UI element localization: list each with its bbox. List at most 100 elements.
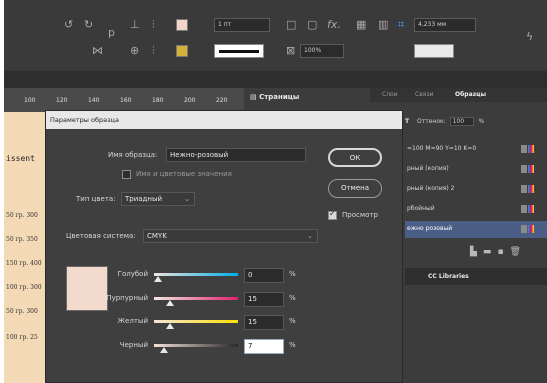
- swatch-item-label: рный (копия) 2: [407, 185, 455, 192]
- chevron-down-icon: ⌄: [184, 195, 190, 203]
- doc-line: 50 гр. 300: [6, 308, 38, 315]
- doc-line: 100 гр. 25: [6, 334, 38, 341]
- rotate-right-icon[interactable]: ↻: [84, 18, 93, 31]
- color-mode-label: Цветовая система:: [66, 232, 136, 240]
- stroke-weight-field[interactable]: 1 пт: [214, 18, 270, 32]
- swatch-panel-actions: ▙▬▪🗑: [470, 247, 527, 257]
- slider-thumb[interactable]: [159, 347, 168, 353]
- tab-cc-libraries[interactable]: CC Libraries: [428, 273, 469, 280]
- slider-thumb[interactable]: [154, 276, 162, 282]
- swatch-name-input[interactable]: Нежно-розовый: [166, 148, 306, 162]
- text-color-icon[interactable]: T: [405, 118, 409, 125]
- tint-input[interactable]: 100: [449, 117, 474, 126]
- chevron-down-icon: ⌄: [307, 232, 313, 240]
- color-preview-box: [66, 266, 108, 311]
- channel-value-input[interactable]: 15: [244, 315, 284, 330]
- swatch-item-label: рный (копия): [407, 165, 449, 172]
- ruler-tick: 140: [88, 97, 100, 104]
- swatches-tab-bar: Слои Связи Образцы: [370, 88, 547, 102]
- ok-button[interactable]: ОК: [328, 148, 382, 167]
- color-mode-value: CMYK: [147, 232, 167, 240]
- opacity-icon: ⊠: [286, 44, 296, 57]
- new-swatch-icon[interactable]: ▬: [483, 247, 498, 257]
- swatch-type-icon: [521, 145, 535, 153]
- name-with-value-label: Имя и цветовые значения: [136, 170, 232, 178]
- cancel-button[interactable]: Отмена: [328, 179, 382, 198]
- text-frame-icon[interactable]: p: [108, 26, 115, 39]
- flip-icon[interactable]: ⋈: [92, 44, 103, 57]
- slider-track: [154, 273, 238, 276]
- color-mode-select[interactable]: CMYK ⌄: [143, 229, 318, 243]
- fx-icon[interactable]: fx.: [327, 18, 341, 31]
- percent-unit: %: [289, 317, 296, 325]
- swatch-list-item[interactable]: =100 M=90 Y=10 K=0: [405, 141, 547, 158]
- grid-icon[interactable]: ▦: [356, 18, 366, 31]
- channel-value-input[interactable]: 0: [244, 268, 284, 283]
- width-field[interactable]: 4,233 мм: [414, 18, 476, 32]
- channel-label: Пурпурный: [106, 294, 148, 302]
- anchor-icon[interactable]: ⊕: [130, 44, 139, 57]
- distribute-icon[interactable]: ⫶: [152, 18, 155, 32]
- link-icon[interactable]: ⌗: [398, 18, 404, 32]
- color-swatch-preview[interactable]: [414, 44, 454, 58]
- stroke-swatch[interactable]: [176, 45, 188, 57]
- folder-icon[interactable]: ▙: [470, 247, 483, 257]
- trash-icon[interactable]: 🗑: [510, 247, 527, 257]
- percent-unit: %: [289, 270, 296, 278]
- name-with-value-checkbox[interactable]: [122, 170, 131, 179]
- tab-swatches[interactable]: Образцы: [455, 91, 486, 98]
- color-type-select[interactable]: Триадный ⌄: [121, 192, 195, 206]
- percent-unit: %: [289, 294, 296, 302]
- horizontal-ruler: 100 120 140 160 180 200 220: [4, 88, 244, 112]
- pages-tab[interactable]: ▤ Страницы: [250, 93, 299, 101]
- channel-slider[interactable]: [154, 295, 238, 306]
- slider-thumb[interactable]: [166, 323, 174, 329]
- ruler-tick: 100: [24, 97, 36, 104]
- lightning-icon[interactable]: ϟ: [526, 30, 533, 43]
- swatch-item-label: =100 M=90 Y=10 K=0: [407, 145, 477, 152]
- tint-label: Оттенок:: [417, 118, 446, 125]
- swatch-type-icon: [521, 165, 535, 173]
- stroke-type-preview[interactable]: [214, 44, 264, 58]
- swatch-list-item-selected[interactable]: ежно розовый: [405, 221, 547, 238]
- swatch-item-label: рбойный: [407, 205, 435, 212]
- rotate-left-icon[interactable]: ↺: [64, 18, 73, 31]
- swatch-name-label: Имя образца:: [108, 151, 158, 159]
- channel-slider[interactable]: [154, 342, 238, 353]
- swatch-options-dialog: Параметры образца Имя образца: Нежно-роз…: [45, 110, 403, 383]
- pages-icon: ▤: [250, 93, 260, 101]
- channel-value-input[interactable]: 15: [244, 292, 284, 307]
- document-canvas[interactable]: issent 50 гр. 300 50 гр. 350 150 гр. 400…: [4, 112, 46, 383]
- fill-swatch[interactable]: [176, 19, 188, 31]
- document-tab-bar: [4, 71, 547, 88]
- channel-label: Желтый: [117, 317, 148, 325]
- ruler-tick: 180: [152, 97, 164, 104]
- distribute-spacing-icon[interactable]: ⫶: [152, 44, 155, 58]
- ruler-tick: 120: [56, 97, 68, 104]
- preview-checkbox[interactable]: [328, 209, 337, 220]
- swatch-type-icon: [521, 205, 535, 213]
- swatch-list-item[interactable]: рный (копия): [405, 161, 547, 178]
- swatch-list-item[interactable]: рбойный: [405, 201, 547, 218]
- tint-unit: %: [478, 118, 485, 125]
- channel-slider[interactable]: [154, 271, 238, 282]
- align-icon[interactable]: ⊥: [130, 18, 140, 31]
- doc-line: 50 гр. 350: [6, 236, 38, 243]
- percent-unit: %: [289, 341, 296, 349]
- columns-icon[interactable]: ▥: [378, 18, 388, 31]
- dialog-title[interactable]: Параметры образца: [46, 111, 402, 129]
- swatch-type-icon: [521, 225, 535, 233]
- swatch-list-item[interactable]: рный (копия) 2: [405, 181, 547, 198]
- tab-layers[interactable]: Слои: [382, 91, 398, 98]
- doc-heading: issent: [6, 154, 35, 163]
- frame-fill-icon[interactable]: ▢: [307, 18, 317, 31]
- doc-line: 150 гр. 400: [6, 260, 42, 267]
- tab-links[interactable]: Связи: [415, 91, 433, 98]
- pages-tab-label: Страницы: [259, 93, 300, 101]
- duplicate-icon[interactable]: ▪: [497, 247, 509, 257]
- slider-thumb[interactable]: [166, 300, 174, 306]
- channel-slider[interactable]: [154, 318, 238, 329]
- frame-fit-icon[interactable]: □: [286, 18, 296, 31]
- opacity-field[interactable]: 100%: [300, 44, 344, 58]
- channel-value-input[interactable]: 7: [244, 339, 284, 354]
